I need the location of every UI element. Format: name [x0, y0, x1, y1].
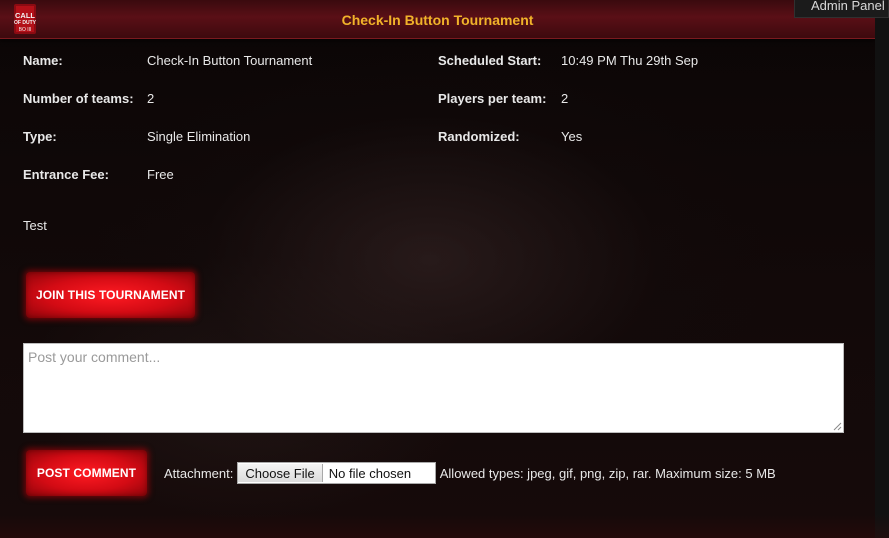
scheduled-start-value: 10:49 PM Thu 29th Sep: [561, 53, 699, 68]
allowed-types-text: Allowed types: jpeg, gif, png, zip, rar.…: [439, 465, 776, 481]
admin-panel-tab[interactable]: Admin Panel: [794, 0, 889, 18]
scrollbar-track[interactable]: [875, 18, 889, 538]
file-input[interactable]: Choose File No file chosen: [237, 462, 436, 484]
players-per-team-label: Players per team:: [438, 91, 547, 106]
name-value: Check-In Button Tournament: [147, 53, 313, 68]
attachment-row: Attachment: Choose File No file chosen A…: [164, 462, 776, 484]
tournament-page: CALL OF DUTY BO III Check-In Button Tour…: [0, 0, 889, 538]
resize-grip-icon[interactable]: [833, 422, 842, 431]
comment-input[interactable]: [23, 343, 844, 433]
type-value: Single Elimination: [147, 129, 251, 144]
join-tournament-button[interactable]: JOIN THIS TOURNAMENT: [26, 272, 195, 318]
choose-file-button[interactable]: Choose File: [238, 464, 323, 482]
scheduled-start-label: Scheduled Start:: [438, 53, 542, 68]
type-label: Type:: [23, 129, 57, 144]
post-comment-button[interactable]: POST COMMENT: [26, 450, 147, 496]
randomized-label: Randomized:: [438, 129, 520, 144]
teams-value: 2: [147, 91, 155, 106]
attachment-label: Attachment:: [164, 465, 234, 481]
entrance-fee-label: Entrance Fee:: [23, 167, 109, 182]
page-title: Check-In Button Tournament: [341, 12, 534, 28]
tournament-description: Test: [23, 218, 47, 233]
name-label: Name:: [23, 53, 63, 68]
teams-label: Number of teams:: [23, 91, 134, 106]
randomized-value: Yes: [561, 129, 583, 144]
entrance-fee-value: Free: [147, 167, 174, 182]
header-bar: CALL OF DUTY BO III Check-In Button Tour…: [0, 0, 875, 39]
file-status-text: No file chosen: [328, 465, 412, 481]
players-per-team-value: 2: [561, 91, 569, 106]
